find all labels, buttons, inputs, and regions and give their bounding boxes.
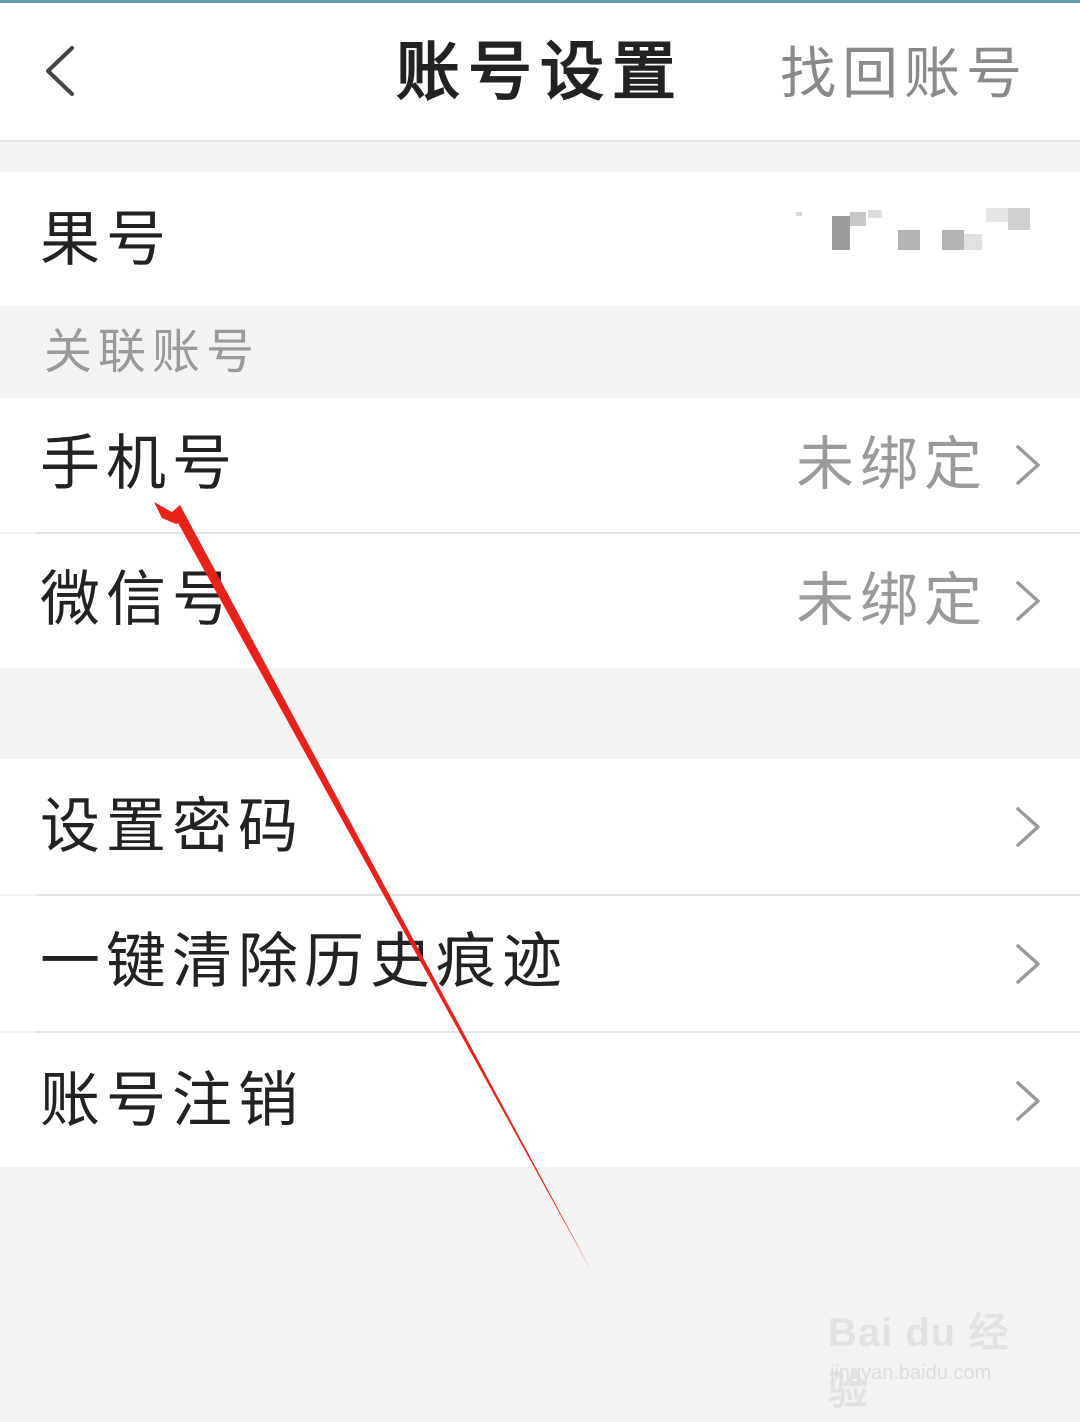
list-item[interactable]: 微信号 未绑定 bbox=[0, 534, 1080, 668]
watermark: Bai du 经验 jingyan.baidu.com bbox=[828, 1300, 1028, 1413]
account-id-row: 果号 bbox=[0, 172, 1080, 306]
list-item[interactable]: 设置密码 bbox=[0, 759, 1080, 894]
masked-account-id bbox=[796, 208, 1030, 250]
account-id-label: 果号 bbox=[40, 205, 172, 275]
set-password-label: 设置密码 bbox=[40, 792, 304, 862]
chevron-right-icon bbox=[1016, 944, 1040, 984]
wechat-status: 未绑定 bbox=[795, 566, 988, 634]
phone-status: 未绑定 bbox=[795, 430, 988, 498]
list-item[interactable]: 手机号 未绑定 bbox=[0, 398, 1080, 532]
chevron-left-icon bbox=[46, 46, 74, 96]
phone-label: 手机号 bbox=[40, 429, 238, 499]
chevron-right-icon bbox=[1016, 445, 1040, 485]
linked-accounts-heading: 关联账号 bbox=[44, 324, 261, 380]
chevron-right-icon bbox=[1016, 807, 1040, 847]
list-item[interactable]: 账号注销 bbox=[0, 1033, 1080, 1167]
back-button[interactable] bbox=[30, 35, 90, 107]
chevron-right-icon bbox=[1016, 1081, 1040, 1121]
recover-account-button[interactable]: 找回账号 bbox=[780, 39, 1028, 111]
clear-history-label: 一键清除历史痕迹 bbox=[40, 927, 568, 997]
list-item[interactable]: 一键清除历史痕迹 bbox=[0, 896, 1080, 1031]
watermark-url: jingyan.baidu.com bbox=[830, 1362, 992, 1384]
chevron-right-icon bbox=[1016, 581, 1040, 621]
wechat-label: 微信号 bbox=[40, 565, 238, 635]
watermark-brand: Bai du 经验 bbox=[828, 1311, 1010, 1413]
deactivate-account-label: 账号注销 bbox=[40, 1066, 304, 1136]
top-bar: 账号设置 找回账号 bbox=[0, 3, 1080, 142]
